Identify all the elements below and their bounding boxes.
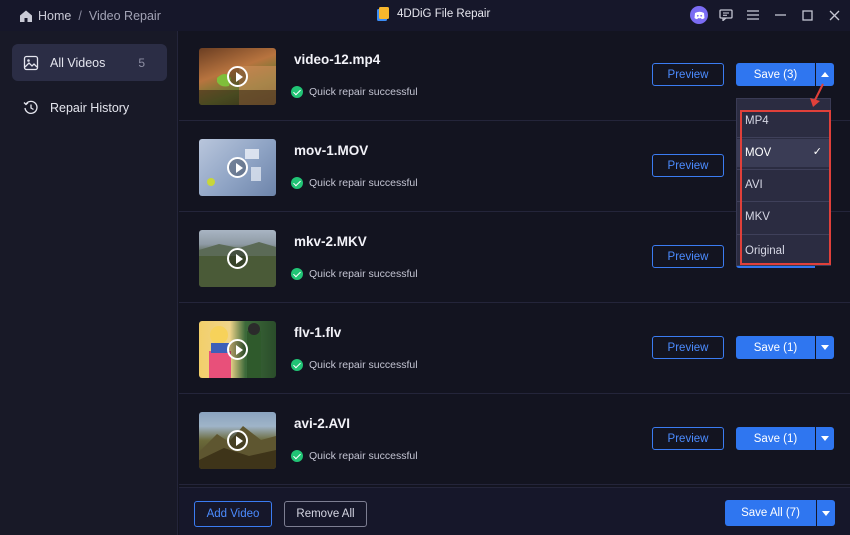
preview-button[interactable]: Preview [652,245,724,268]
breadcrumb-home[interactable]: Home [38,9,71,23]
save-format-dropdown-button[interactable] [816,336,834,359]
preview-button[interactable]: Preview [652,336,724,359]
play-icon[interactable] [227,339,248,360]
menu-button[interactable] [743,5,763,25]
discord-icon [690,6,708,24]
video-filename: mov-1.MOV [294,143,369,158]
maximize-button[interactable] [797,5,817,25]
video-row: avi-2.AVI Quick repair successful Previe… [179,395,850,485]
highlight-arrow-icon [810,83,824,107]
repair-status-text: Quick repair successful [309,268,418,280]
success-icon [291,450,303,462]
video-thumbnail[interactable] [199,48,276,105]
save-button[interactable]: Save (3) [736,63,815,86]
discord-button[interactable] [689,5,709,25]
repair-status: Quick repair successful [291,177,418,189]
highlight-box [740,110,831,265]
history-icon [23,100,38,114]
minimize-button[interactable] [770,5,790,25]
preview-button[interactable]: Preview [652,427,724,450]
chevron-down-icon [822,510,830,516]
preview-button[interactable]: Preview [652,154,724,177]
video-filename: mkv-2.MKV [294,234,367,249]
image-icon [23,55,39,70]
video-count: 5 [138,55,145,70]
play-icon[interactable] [227,430,248,451]
video-filename: video-12.mp4 [294,52,381,67]
close-icon [829,10,839,20]
video-thumbnail[interactable] [199,412,276,469]
video-thumbnail[interactable] [199,230,276,287]
close-button[interactable] [824,5,844,25]
repair-status-text: Quick repair successful [309,359,418,371]
app-logo-icon [377,7,389,21]
app-title-text: 4DDiG File Repair [397,8,491,20]
chevron-up-icon [821,72,829,77]
remove-all-button[interactable]: Remove All [284,501,367,527]
sidebar: All Videos 5 Repair History [0,31,178,535]
video-filename: avi-2.AVI [294,416,351,431]
success-icon [291,359,303,371]
chevron-down-icon [821,436,829,441]
save-format-dropdown-button[interactable] [816,427,834,450]
play-icon[interactable] [227,248,248,269]
repair-status-text: Quick repair successful [309,177,418,189]
save-all-dropdown-button[interactable] [817,500,835,526]
feedback-button[interactable] [716,5,736,25]
sidebar-item-label: All Videos [50,55,106,70]
home-icon[interactable] [19,9,33,23]
breadcrumb-current: Video Repair [88,8,161,23]
minimize-icon [774,14,786,16]
repair-status-text: Quick repair successful [309,450,418,462]
video-thumbnail[interactable] [199,139,276,196]
title-bar: Home / Video Repair 4DDiG File Repair [0,0,850,31]
repair-status-text: Quick repair successful [309,86,418,98]
video-thumbnail[interactable] [199,321,276,378]
footer-bar: Add Video Remove All Save All (7) [179,487,850,535]
app-window: Home / Video Repair 4DDiG File Repair Al… [0,0,850,535]
save-all-button[interactable]: Save All (7) [725,500,816,526]
repair-status: Quick repair successful [291,359,418,371]
save-button[interactable]: Save (1) [736,427,815,450]
sidebar-item-all-videos[interactable]: All Videos 5 [12,44,167,81]
feedback-icon [719,9,733,21]
success-icon [291,86,303,98]
sidebar-item-label: Repair History [50,100,130,115]
sidebar-item-repair-history[interactable]: Repair History [12,89,167,126]
add-video-button[interactable]: Add Video [194,501,272,527]
window-controls [682,5,844,25]
preview-button[interactable]: Preview [652,63,724,86]
play-icon[interactable] [227,157,248,178]
menu-icon [747,10,759,20]
app-title: 4DDiG File Repair [376,6,490,22]
save-button[interactable]: Save (1) [736,336,815,359]
breadcrumb: Home / Video Repair [0,9,161,23]
play-icon[interactable] [227,66,248,87]
repair-status: Quick repair successful [291,86,418,98]
repair-status: Quick repair successful [291,450,418,462]
maximize-icon [801,9,813,21]
success-icon [291,177,303,189]
success-icon [291,268,303,280]
video-row: flv-1.flv Quick repair successful Previe… [179,304,850,394]
chevron-down-icon [821,345,829,350]
video-filename: flv-1.flv [294,325,342,340]
repair-status: Quick repair successful [291,268,418,280]
breadcrumb-separator: / [78,8,82,23]
